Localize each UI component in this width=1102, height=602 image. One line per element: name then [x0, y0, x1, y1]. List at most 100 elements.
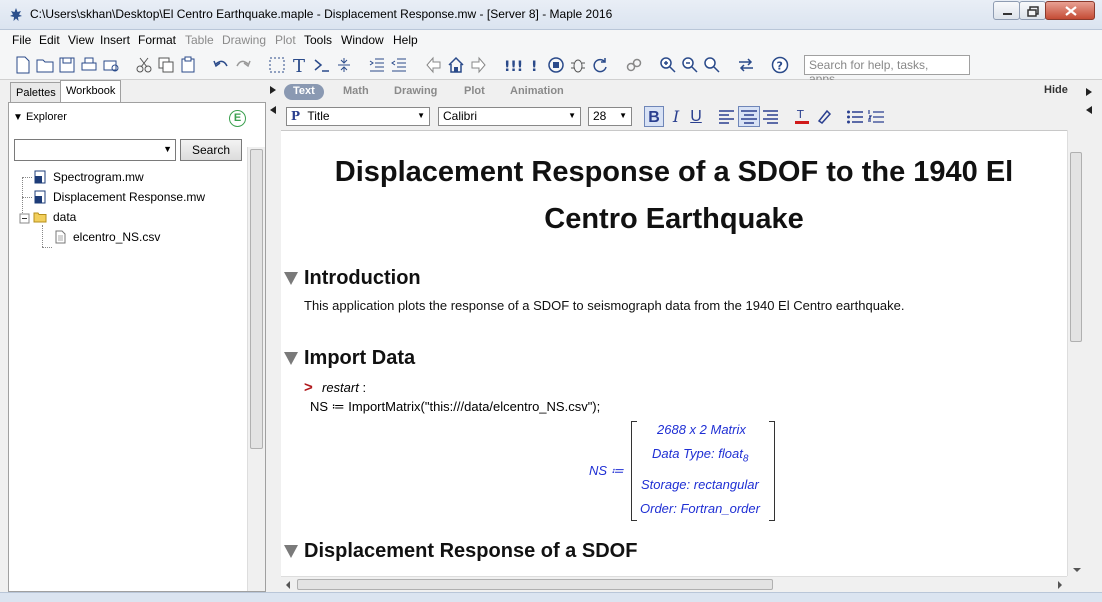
zoom-in-icon[interactable] — [658, 55, 678, 75]
tab-palettes[interactable]: Palettes — [10, 82, 62, 103]
ctx-tab-math[interactable]: Math — [343, 85, 369, 101]
section-heading-introduction[interactable]: Introduction — [304, 267, 421, 290]
open-folder-icon[interactable] — [35, 55, 55, 75]
context-bar: Text Math Drawing Plot Animation Hide P … — [280, 80, 1094, 128]
worksheet-document[interactable]: Displacement Response of a SDOF to the 1… — [281, 130, 1067, 576]
new-document-icon[interactable] — [13, 55, 33, 75]
right-panel-arrows-icon[interactable] — [1084, 84, 1094, 114]
hide-button[interactable]: Hide — [1044, 84, 1068, 96]
cut-icon[interactable] — [134, 55, 154, 75]
execute-all-icon[interactable]: !!! — [502, 55, 522, 75]
scroll-right-arrow-icon[interactable] — [1055, 578, 1065, 592]
tree-item-spectrogram[interactable]: Spectrogram.mw — [53, 170, 144, 184]
undo-icon[interactable] — [211, 55, 231, 75]
italic-button[interactable]: I — [666, 106, 686, 127]
debug-icon[interactable] — [568, 55, 588, 75]
stop-icon[interactable] — [546, 55, 566, 75]
help-icon[interactable]: ? — [770, 55, 790, 75]
panel-splitter[interactable] — [268, 80, 280, 592]
scroll-left-arrow-icon[interactable] — [283, 578, 293, 592]
split-join-icon[interactable] — [334, 55, 354, 75]
align-center-button[interactable] — [738, 106, 760, 127]
menu-file[interactable]: File — [12, 33, 31, 47]
menu-window[interactable]: Window — [341, 33, 384, 47]
execution-group-icon[interactable] — [312, 55, 332, 75]
menu-help[interactable]: Help — [393, 33, 418, 47]
zoom-reset-icon[interactable] — [702, 55, 722, 75]
execute-icon[interactable]: ! — [524, 55, 544, 75]
scroll-thumb[interactable] — [250, 149, 263, 449]
ctx-tab-animation[interactable]: Animation — [510, 85, 564, 101]
scroll-thumb[interactable] — [297, 579, 773, 590]
bold-button[interactable]: B — [644, 106, 664, 127]
align-left-icon[interactable] — [718, 109, 736, 125]
scroll-thumb[interactable] — [1070, 152, 1082, 342]
tree-item-csv[interactable]: elcentro_NS.csv — [73, 230, 160, 244]
font-select[interactable]: Calibri ▼ — [438, 107, 581, 126]
explorer-search-combo[interactable]: ▼ — [14, 139, 176, 161]
zoom-out-icon[interactable] — [680, 55, 700, 75]
style-select[interactable]: P Title ▼ — [286, 107, 430, 126]
close-button[interactable] — [1045, 1, 1095, 20]
intro-paragraph[interactable]: This application plots the response of a… — [304, 298, 905, 313]
print-icon[interactable] — [79, 55, 99, 75]
minimize-button[interactable] — [993, 1, 1020, 20]
text-color-icon[interactable]: T — [793, 106, 811, 126]
document-title[interactable]: Displacement Response of a SDOF to the 1… — [287, 149, 1061, 243]
menu-edit[interactable]: Edit — [39, 33, 60, 47]
link-icon[interactable] — [624, 55, 644, 75]
maximize-button[interactable] — [1019, 1, 1046, 20]
highlight-icon[interactable] — [815, 107, 833, 125]
menu-drawing[interactable]: Drawing — [222, 33, 266, 47]
explorer-search-button[interactable]: Search — [180, 139, 242, 161]
scroll-down-arrow-icon[interactable] — [1070, 566, 1084, 574]
bullet-list-icon[interactable] — [846, 109, 864, 125]
numbered-list-icon[interactable] — [867, 109, 885, 125]
collapse-section-icon[interactable] — [284, 352, 298, 365]
home-icon[interactable] — [446, 55, 466, 75]
menu-view[interactable]: View — [68, 33, 94, 47]
save-icon[interactable] — [57, 55, 77, 75]
document-horizontal-scrollbar[interactable] — [281, 576, 1067, 592]
menu-insert[interactable]: Insert — [100, 33, 130, 47]
redo-icon[interactable] — [233, 55, 253, 75]
swap-icon[interactable] — [736, 55, 756, 75]
font-size-select[interactable]: 28 ▼ — [588, 107, 632, 126]
explorer-scrollbar[interactable] — [247, 147, 265, 591]
code-line-restart[interactable]: restart : — [322, 380, 366, 395]
tab-workbook[interactable]: Workbook — [60, 80, 122, 103]
section-heading-displacement[interactable]: Displacement Response of a SDOF — [304, 540, 637, 563]
ctx-tab-drawing[interactable]: Drawing — [394, 85, 437, 101]
print-preview-icon[interactable] — [101, 55, 121, 75]
section-heading-import-data[interactable]: Import Data — [304, 347, 415, 370]
ctx-tab-text[interactable]: Text — [284, 84, 324, 100]
indent-icon[interactable] — [367, 55, 387, 75]
collapse-section-icon[interactable] — [284, 272, 298, 285]
menu-table[interactable]: Table — [185, 33, 214, 47]
folder-icon — [33, 212, 47, 223]
svg-text:T: T — [293, 56, 305, 75]
paste-icon[interactable] — [178, 55, 198, 75]
forward-arrow-icon[interactable] — [468, 55, 488, 75]
collapse-section-icon[interactable] — [284, 545, 298, 558]
help-search-input[interactable]: Search for help, tasks, apps... — [804, 55, 970, 86]
tree-item-data-folder[interactable]: data — [53, 210, 76, 224]
align-right-icon[interactable] — [762, 109, 780, 125]
explorer-e-icon[interactable]: E — [229, 110, 246, 127]
text-mode-icon[interactable]: T — [290, 55, 310, 75]
collapse-minus-icon[interactable] — [18, 212, 32, 226]
tree-item-displacement-response[interactable]: Displacement Response.mw — [53, 190, 205, 204]
document-vertical-scrollbar[interactable] — [1067, 130, 1084, 576]
code-line-import[interactable]: NS ≔ ImportMatrix("this:///data/elcentro… — [310, 399, 600, 415]
restart-icon[interactable] — [590, 55, 610, 75]
insert-region-icon[interactable] — [267, 55, 287, 75]
explorer-header[interactable]: ▼ Explorer — [13, 111, 67, 123]
underline-button[interactable]: U — [686, 106, 706, 127]
menu-plot[interactable]: Plot — [275, 33, 296, 47]
copy-icon[interactable] — [156, 55, 176, 75]
outdent-icon[interactable] — [389, 55, 409, 75]
back-arrow-icon[interactable] — [424, 55, 444, 75]
menu-format[interactable]: Format — [138, 33, 176, 47]
menu-tools[interactable]: Tools — [304, 33, 332, 47]
ctx-tab-plot[interactable]: Plot — [464, 85, 485, 101]
